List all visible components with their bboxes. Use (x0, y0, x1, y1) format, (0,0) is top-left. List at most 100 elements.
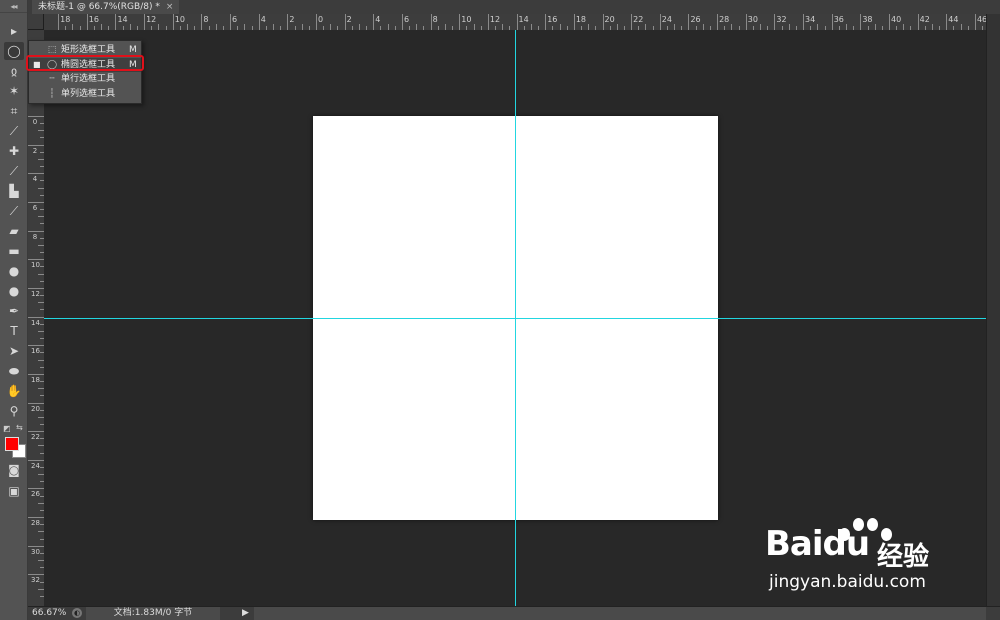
ruler-label: 10 (31, 261, 40, 270)
ruler-tick (58, 14, 60, 30)
ruler-label: 20 (604, 15, 615, 24)
zoom-tool-icon[interactable]: ⚲ (4, 402, 24, 420)
ruler-tick (28, 316, 44, 318)
ruler-tick (115, 14, 117, 30)
gradient-tool-icon[interactable]: ▬ (4, 242, 24, 260)
ruler-label: 12 (146, 15, 157, 24)
flyout-item-label: 单列选框工具 (61, 88, 116, 99)
marquee-option-icon: ┆ (49, 88, 55, 99)
ruler-tick (516, 14, 518, 30)
eraser-tool-icon[interactable]: ▰ (4, 222, 24, 240)
history-brush-icon[interactable]: ⟋ (4, 202, 24, 220)
ruler-label: 2 (289, 15, 295, 24)
ruler-label: 4 (375, 15, 381, 24)
ruler-label: 28 (31, 519, 40, 528)
move-tool-icon[interactable]: ▸ (4, 22, 24, 40)
ruler-label: 40 (891, 15, 902, 24)
horizontal-ruler[interactable]: 18 16 14 12 10 8 6 4 2 0 2 4 6 8 10 12 14 16 18 20 22 24 26 28 3… (44, 14, 986, 31)
ruler-tick (28, 230, 44, 232)
blur-tool-icon[interactable]: ● (4, 262, 24, 280)
ellipse-shape-tool-icon[interactable]: ⬬ (4, 362, 24, 380)
ruler-tick (688, 14, 690, 30)
foreground-color-swatch[interactable] (5, 437, 19, 451)
ruler-tick (316, 14, 317, 30)
ruler-tick (28, 116, 44, 117)
document-tab-title: 未标题-1 @ 66.7%(RGB/8) * (38, 2, 160, 12)
elliptical-marquee-tool-icon[interactable]: ◯ (4, 42, 24, 60)
status-bar: 66.67% ◐ 文档:1.83M/0 字节 ▶ (28, 606, 1000, 620)
horizontal-scrollbar[interactable] (254, 607, 986, 620)
ruler-origin[interactable] (28, 14, 44, 30)
document-tab[interactable]: 未标题-1 @ 66.7%(RGB/8) * × (32, 0, 180, 14)
ruler-label: 4 (32, 175, 38, 184)
ruler-label: 32 (31, 576, 40, 585)
ruler-tick (860, 14, 862, 30)
ruler-tick (917, 14, 919, 30)
ruler-tick (602, 14, 604, 30)
ruler-tick (344, 14, 346, 30)
path-selection-tool-icon[interactable]: ➤ (4, 342, 24, 360)
ruler-label: 2 (346, 15, 352, 24)
ruler-label: 32 (776, 15, 787, 24)
ruler-tick (28, 259, 44, 261)
ruler-label: 42 (919, 15, 930, 24)
screen-mode-icon[interactable]: ▣ (4, 482, 24, 500)
ruler-label: 44 (948, 15, 959, 24)
flyout-item[interactable]: ╌ 单行选框工具 (29, 72, 141, 86)
ruler-tick (717, 14, 719, 30)
ruler-label: 10 (461, 15, 472, 24)
flyout-item-label: 单行选框工具 (61, 74, 116, 84)
document-tab-bar: 未标题-1 @ 66.7%(RGB/8) * × (28, 0, 1000, 14)
zoom-level[interactable]: 66.67% (32, 608, 66, 618)
clone-stamp-tool-icon[interactable]: ▙ (4, 182, 24, 200)
pen-tool-icon[interactable]: ✒ (4, 302, 24, 320)
baidu-jingyan-watermark: Baidu 经验 jingyan.baidu.com (765, 514, 965, 596)
ruler-label: 18 (31, 375, 40, 384)
ruler-tick (974, 14, 976, 30)
vertical-ruler[interactable]: 0 2 4 6 8 10 12 14 16 18 20 22 24 26 28 30 32 (28, 30, 45, 606)
ruler-label: 36 (833, 15, 844, 24)
ruler-tick (831, 14, 833, 30)
ruler-tick (201, 14, 203, 30)
ruler-label: 0 (32, 118, 38, 126)
ruler-tick (172, 14, 174, 30)
ruler-label: 6 (403, 15, 410, 24)
status-menu-arrow-icon[interactable]: ▶ (242, 608, 249, 618)
ruler-label: 26 (690, 15, 701, 24)
ruler-label: 18 (575, 15, 587, 24)
spot-healing-brush-icon[interactable]: ✚ (4, 142, 24, 160)
brush-tool-icon[interactable]: ⟋ (4, 162, 24, 180)
ruler-tick (28, 431, 44, 433)
lasso-tool-icon[interactable]: ჲ (4, 62, 24, 80)
ruler-tick (545, 14, 547, 30)
ruler-label: 16 (88, 15, 99, 24)
ruler-label: 8 (203, 15, 209, 24)
flyout-item[interactable]: ┆ 单列选框工具 (29, 87, 141, 101)
ruler-tick (28, 287, 44, 289)
crop-tool-icon[interactable]: ⌗ (4, 102, 24, 120)
default-colors-icon[interactable]: ◩ (3, 424, 11, 433)
close-tab-icon[interactable]: × (166, 2, 174, 12)
swap-colors-icon[interactable]: ⇆ (16, 423, 23, 432)
dodge-tool-icon[interactable]: ● (4, 282, 24, 300)
ruler-label: 30 (747, 15, 758, 24)
vertical-scrollbar[interactable] (986, 14, 1000, 606)
status-info-icon[interactable]: ◐ (72, 608, 82, 618)
panel-collapse-icon[interactable]: ◂◂ (0, 0, 27, 13)
type-tool-icon[interactable]: T (4, 322, 24, 340)
magic-wand-tool-icon[interactable]: ✶ (4, 82, 24, 100)
ruler-label: 16 (547, 15, 558, 24)
ruler-tick (28, 201, 44, 203)
horizontal-guide[interactable] (44, 318, 986, 319)
highlight-annotation (26, 55, 144, 71)
ruler-label: 38 (862, 15, 873, 24)
baidu-logo-bai: Bai (765, 524, 824, 564)
hand-tool-icon[interactable]: ✋ (4, 382, 24, 400)
ruler-label: 46 (976, 15, 986, 24)
quick-mask-icon[interactable]: ◙ (4, 461, 24, 479)
ruler-label: 14 (31, 318, 40, 327)
eyedropper-tool-icon[interactable]: ⟋ (4, 122, 24, 140)
ruler-label: 12 (31, 289, 40, 298)
ruler-label: 2 (32, 146, 38, 155)
ruler-label: 30 (31, 547, 40, 556)
